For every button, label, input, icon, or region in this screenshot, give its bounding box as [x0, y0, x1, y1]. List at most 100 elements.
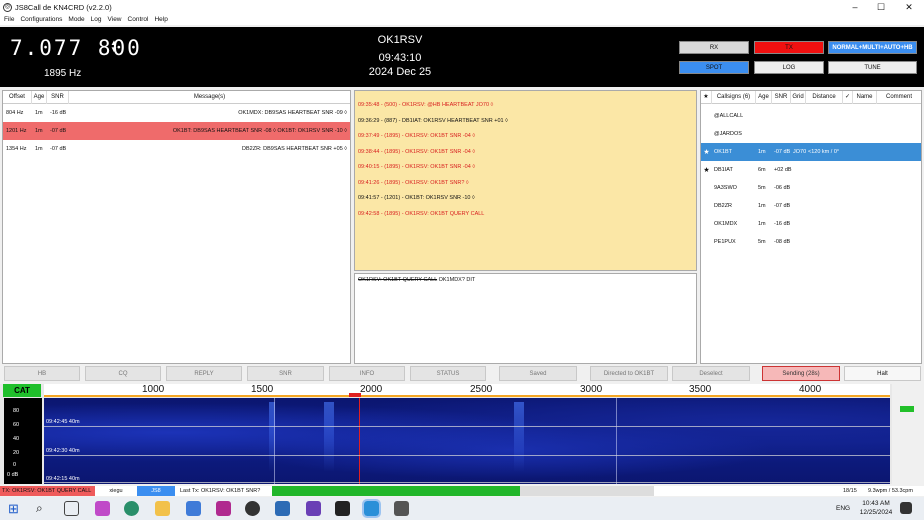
menu-log[interactable]: Log	[91, 16, 102, 23]
hb-button[interactable]: HB	[4, 366, 80, 381]
snr-button[interactable]: SNR	[247, 366, 324, 381]
callsign-distance: <120 km / 0°	[808, 149, 840, 155]
callsign-row[interactable]: OK1MDX 1m -16 dB	[701, 215, 921, 233]
spot-button[interactable]: SPOT	[679, 61, 749, 74]
notification-icon[interactable]	[900, 502, 912, 514]
windows-start-icon[interactable]: ⊞	[8, 501, 23, 516]
freq-label: 1500	[251, 384, 274, 395]
store-icon[interactable]	[186, 501, 201, 516]
menu-help[interactable]: Help	[154, 16, 167, 23]
menu-mode[interactable]: Mode	[68, 16, 84, 23]
callsign-row[interactable]: @JARDOS	[701, 125, 921, 143]
menu-configurations[interactable]: Configurations	[20, 16, 62, 23]
tune-button[interactable]: TUNE	[828, 61, 917, 74]
col-star[interactable]: ★	[701, 91, 712, 104]
status-button[interactable]: STATUS	[410, 366, 486, 381]
waterfall-timestamp: 09:42:45 40m	[46, 419, 80, 425]
cq-button[interactable]: CQ	[85, 366, 161, 381]
activity-message: OK1BT: DB9SAS HEARTBEAT SNR -08 ◊ OK1BT:…	[172, 128, 347, 134]
saved-button[interactable]: Saved	[499, 366, 577, 381]
signal-trace	[514, 402, 524, 472]
deselect-button[interactable]: Deselect	[672, 366, 750, 381]
callsign-row[interactable]: ★ DB1IAT 6m +02 dB	[701, 161, 921, 179]
waterfall-timestamp: 09:42:15 40m	[46, 476, 80, 482]
scale-tick: 0 dB	[7, 472, 19, 478]
col-comment[interactable]: Comment	[877, 91, 921, 104]
callsign-age: 5m	[758, 185, 766, 191]
menu-control[interactable]: Control	[128, 16, 149, 23]
app-icon-1[interactable]	[216, 501, 231, 516]
directed-button[interactable]: Directed to OK1BT	[590, 366, 668, 381]
activity-header: Offset Age SNR Message(s)	[3, 91, 350, 104]
col-cs-age[interactable]: Age	[756, 91, 772, 104]
rx-button[interactable]: RX	[679, 41, 749, 54]
tx-button[interactable]: TX	[754, 41, 824, 54]
tx-offset-line	[359, 398, 360, 484]
maximize-button[interactable]: ☐	[866, 0, 896, 14]
col-check[interactable]: ✓	[843, 91, 853, 104]
info-button[interactable]: INFO	[329, 366, 405, 381]
scale-tick: 0	[13, 462, 17, 468]
reply-button[interactable]: REPLY	[166, 366, 242, 381]
title-bar: ◎ JS8Call de KN4CRD (v2.2.0) – ☐ ✕	[0, 0, 924, 14]
mode-button[interactable]: NORMAL+MULTI+AUTO+HB	[828, 41, 917, 54]
callsign-row[interactable]: 9A3SWO 5m -06 dB	[701, 179, 921, 197]
log-button[interactable]: LOG	[754, 61, 824, 74]
callsign-row[interactable]: @ALLCALL	[701, 107, 921, 125]
search-icon[interactable]: ⌕	[36, 501, 51, 516]
callsign-row[interactable]: ★ OK1BT 1m -07 dB JO70 <120 km / 0°	[701, 143, 921, 161]
taskbar: ⊞ ⌕ ENG 10:43 AM 12/25/2024	[0, 497, 924, 520]
status-bar: TX: OK1RSV: OK1BT QUERY CALL xiegu JS8 L…	[0, 486, 924, 496]
col-message[interactable]: Message(s)	[69, 91, 350, 104]
col-offset[interactable]: Offset	[3, 91, 32, 104]
col-snr[interactable]: SNR	[47, 91, 69, 104]
rx-text-panel[interactable]: 09:35:48 - (500) - OK1RSV: @HB HEARTBEAT…	[354, 90, 697, 271]
app-icon-4[interactable]	[362, 499, 381, 518]
edge-icon[interactable]	[124, 501, 139, 516]
system-clock[interactable]: 10:43 AM 12/25/2024	[858, 497, 894, 520]
terminal-icon[interactable]	[335, 501, 350, 516]
tx-marker[interactable]	[349, 393, 361, 397]
menu-file[interactable]: File	[4, 16, 14, 23]
language-indicator[interactable]: ENG	[836, 497, 850, 520]
activity-row[interactable]: 1201 Hz 1m -07 dB OK1BT: DB9SAS HEARTBEAT S…	[3, 122, 350, 140]
callsign-row[interactable]: PE1PUX 5m -08 dB	[701, 233, 921, 251]
task-view-icon[interactable]	[64, 501, 79, 516]
compose-box[interactable]: OK1RSV: OK1BT QUERY CALL OK1MDX? DIT	[354, 273, 697, 364]
frequency-stepper-icon[interactable]: ▲ ▼	[110, 39, 118, 54]
col-name[interactable]: Name	[853, 91, 877, 104]
col-distance[interactable]: Distance	[806, 91, 843, 104]
app-icon-3[interactable]	[306, 501, 321, 516]
col-callsign[interactable]: Callsigns (6)	[712, 91, 756, 104]
halt-button[interactable]: Halt	[844, 366, 921, 381]
file-explorer-icon[interactable]	[155, 501, 170, 516]
frequency-display[interactable]: 7.077 800	[10, 36, 142, 60]
menu-view[interactable]: View	[108, 16, 122, 23]
freq-label: 2500	[470, 384, 493, 395]
activity-row[interactable]: 1354 Hz 1m -07 dB DB2ZR: DB9SAS HEARTBEAT S…	[3, 140, 350, 158]
copilot-icon[interactable]	[95, 501, 110, 516]
callsign-snr: -16 dB	[774, 221, 791, 227]
activity-age: 1m	[35, 110, 43, 116]
col-grid[interactable]: Grid	[791, 91, 806, 104]
app-icon-2[interactable]	[275, 501, 290, 516]
waterfall-display[interactable]: 09:42:45 40m 09:42:30 40m 09:42:15 40m	[44, 398, 890, 484]
col-cs-snr[interactable]: SNR	[772, 91, 791, 104]
callsign-row[interactable]: DB2ZR 1m -07 dB	[701, 197, 921, 215]
tx-progress-track	[272, 486, 654, 496]
close-button[interactable]: ✕	[894, 0, 924, 14]
cat-indicator[interactable]: CAT	[3, 384, 41, 397]
sending-button[interactable]: Sending (28s)	[762, 366, 840, 381]
rx-line: 09:41:57 - (1201) - OK1BT: OK1RSV SNR -1…	[358, 195, 475, 201]
col-age[interactable]: Age	[32, 91, 47, 104]
frequency-ruler[interactable]: 1000 1500 2000 2500 3000 3500 4000	[44, 384, 890, 397]
callsign-age: 1m	[758, 221, 766, 227]
callsign-name: PE1PUX	[714, 239, 736, 245]
freq-label: 3500	[689, 384, 712, 395]
activity-row[interactable]: 804 Hz 1m -16 dB OK1MDX: DB9SAS HEARTBEAT S…	[3, 104, 350, 122]
js8call-icon[interactable]	[245, 501, 260, 516]
app-icon-5[interactable]	[394, 501, 409, 516]
signal-trace	[324, 402, 334, 472]
my-callsign: OK1RSV	[377, 34, 423, 46]
offset-display: 1895 Hz	[44, 68, 82, 79]
